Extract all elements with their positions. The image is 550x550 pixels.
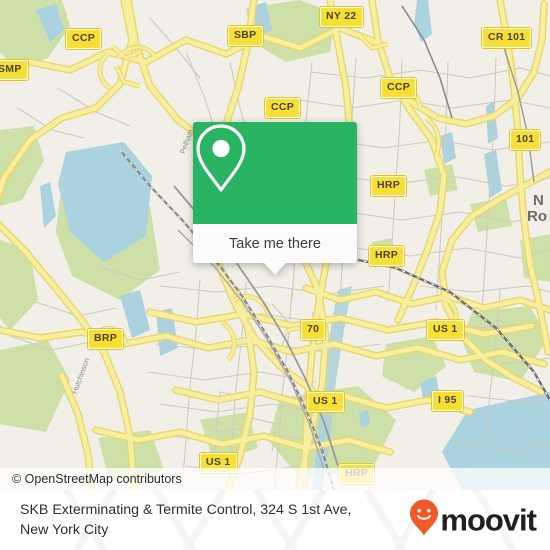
road-shield-i95[interactable]: I 95 — [431, 390, 464, 412]
take-me-there-label: Take me there — [229, 235, 321, 252]
popup-pin-area — [193, 122, 357, 224]
moovit-logo[interactable]: moovit — [409, 499, 537, 542]
location-popup-card[interactable]: Take me there — [193, 122, 357, 275]
popup-cta-area[interactable]: Take me there — [193, 224, 357, 263]
moovit-pin-smile-icon — [409, 499, 439, 542]
road-shield-101[interactable]: 101 — [508, 129, 542, 151]
map-result-page: Pelham Hutchinson N Ro SMP CCP SBP NY 22… — [0, 0, 550, 550]
road-shield-ccp[interactable]: CCP — [263, 97, 302, 119]
result-title: SKB Exterminating & Termite Control, 324… — [20, 501, 352, 518]
footer-bar: SKB Exterminating & Termite Control, 324… — [0, 490, 550, 550]
result-address-block: SKB Exterminating & Termite Control, 324… — [0, 500, 351, 540]
road-shield-ccp[interactable]: CCP — [64, 28, 103, 50]
road-shield-sbp[interactable]: SBP — [227, 25, 264, 47]
road-shield-us1[interactable]: US 1 — [306, 391, 345, 413]
road-shield-us1[interactable]: US 1 — [426, 319, 465, 341]
road-shield-hrp[interactable]: HRP — [369, 175, 408, 197]
osm-attribution-text[interactable]: © OpenStreetMap contributors — [0, 472, 182, 486]
road-shield-ny22[interactable]: NY 22 — [319, 6, 364, 28]
road-shield-70[interactable]: 70 — [299, 319, 327, 341]
popup-tail — [264, 263, 286, 275]
moovit-wordmark: moovit — [440, 502, 537, 537]
road-shield-ccp[interactable]: CCP — [379, 77, 418, 99]
road-shield-cr101[interactable]: CR 101 — [480, 27, 533, 49]
road-shield-smp[interactable]: SMP — [0, 59, 29, 81]
result-subtitle: New York City — [20, 522, 109, 538]
map-canvas[interactable]: Pelham Hutchinson N Ro SMP CCP SBP NY 22… — [0, 0, 550, 490]
road-shield-brp[interactable]: BRP — [86, 328, 125, 350]
map-attribution-bar: © OpenStreetMap contributors — [0, 468, 550, 490]
road-shield-hrp[interactable]: HRP — [367, 245, 406, 267]
place-label-rochelle: Ro — [527, 208, 547, 225]
place-label-new: N — [533, 192, 544, 209]
